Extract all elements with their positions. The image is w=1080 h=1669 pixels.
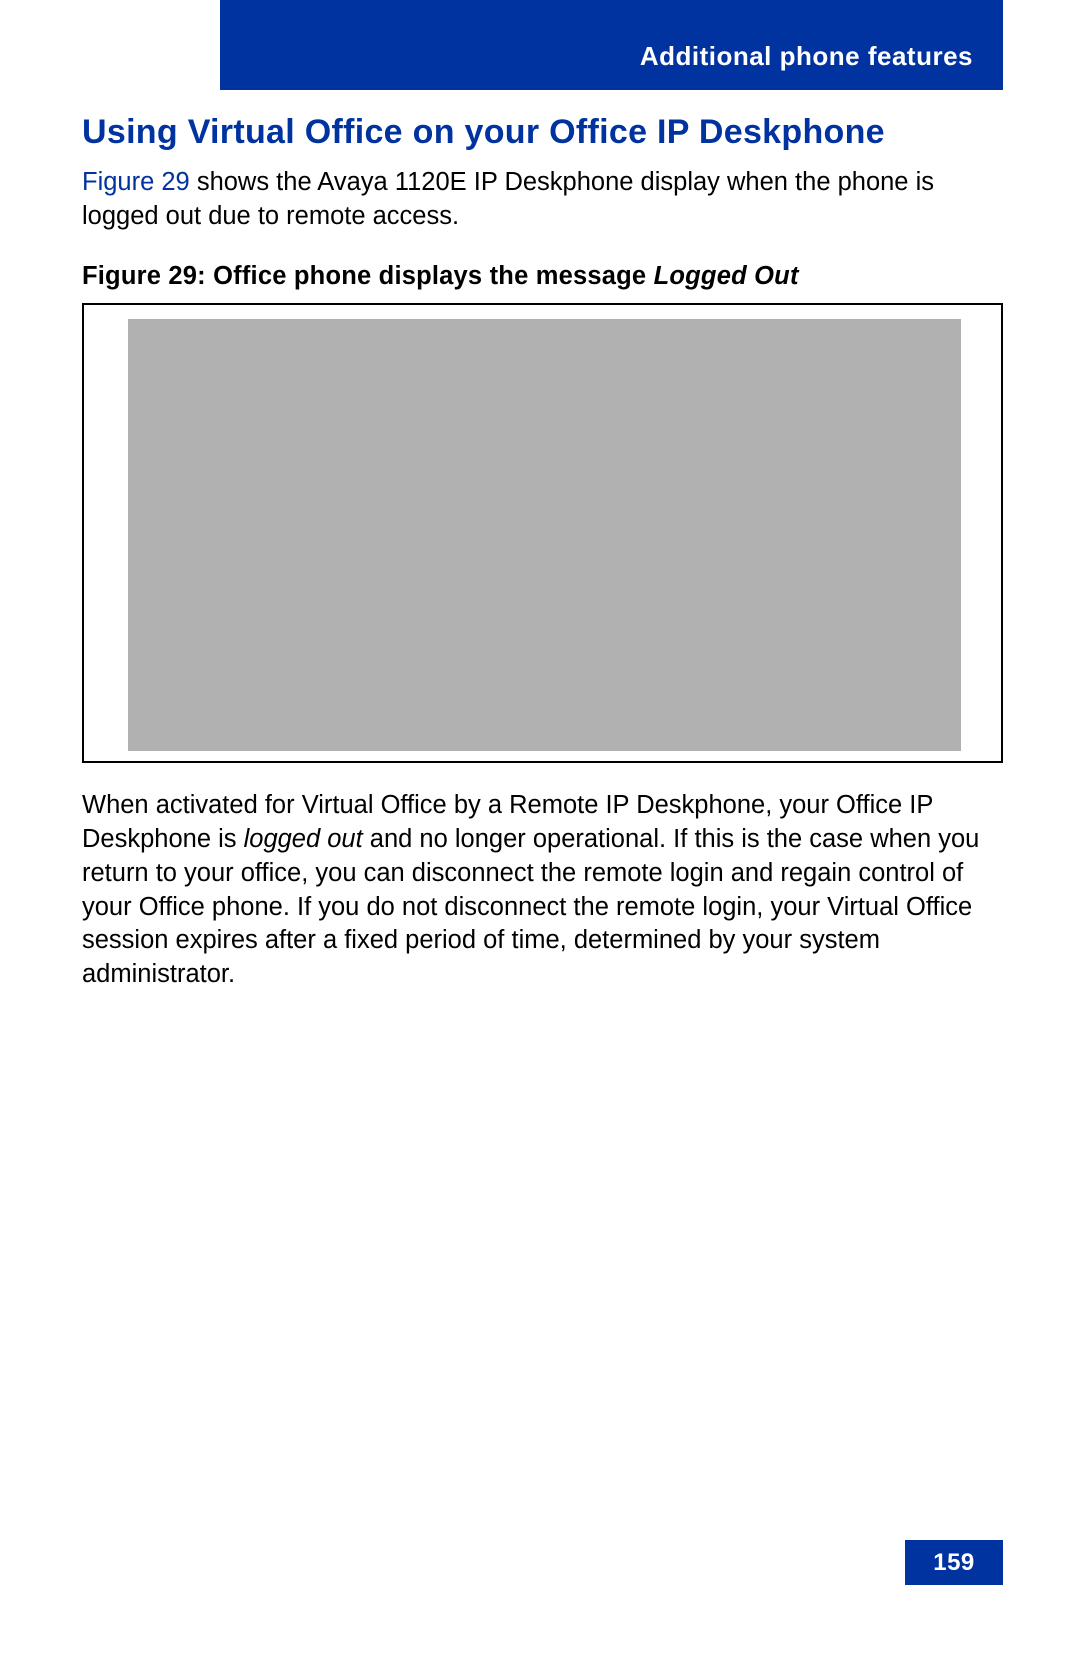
figure-container (82, 303, 1003, 763)
figure-caption-prefix: Figure 29: Office phone displays the mes… (82, 262, 654, 290)
header-tab: Additional phone features (220, 0, 1003, 90)
figure-reference-link[interactable]: Figure 29 (82, 168, 190, 196)
intro-paragraph: Figure 29 shows the Avaya 1120E IP Deskp… (82, 166, 1003, 234)
section-title: Using Virtual Office on your Office IP D… (82, 113, 1003, 152)
page-number: 159 (933, 1549, 975, 1577)
intro-text: shows the Avaya 1120E IP Deskphone displ… (82, 168, 934, 230)
header-section-title: Additional phone features (640, 41, 973, 72)
figure-caption: Figure 29: Office phone displays the mes… (82, 262, 1003, 291)
body-text-italic: logged out (244, 825, 363, 853)
body-paragraph: When activated for Virtual Office by a R… (82, 789, 1003, 992)
figure-caption-italic: Logged Out (654, 262, 799, 290)
page-content: Using Virtual Office on your Office IP D… (82, 113, 1003, 992)
figure-image-placeholder (128, 319, 961, 751)
page-number-box: 159 (905, 1540, 1003, 1585)
